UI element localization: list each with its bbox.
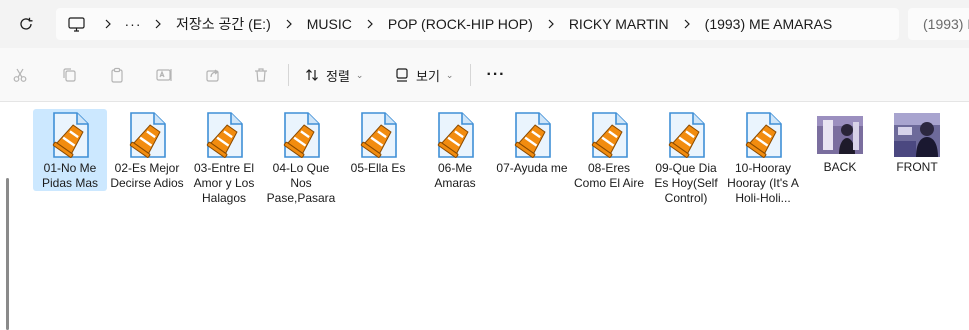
file-item[interactable]: BACK [803,109,877,175]
sort-icon [306,69,318,81]
view-button[interactable]: 보기 ⌄ [394,61,453,89]
copy-icon [63,68,76,82]
vlc-audio-file-icon [743,112,783,158]
sort-button[interactable]: 정렬 ⌄ [304,61,363,89]
view-icon [396,68,408,82]
sort-label: 정렬 [326,68,350,84]
delete-button[interactable] [247,61,275,89]
breadcrumb-artist[interactable]: RICKY MARTIN [563,16,675,32]
address-row: ··· 저장소 공간 (E:) MUSIC POP (ROCK-HIP HOP)… [0,0,969,48]
breadcrumb-album[interactable]: (1993) ME AMARAS [699,16,839,32]
file-item[interactable]: 04-Lo Que Nos Pase,Pasara [264,109,338,206]
cut-button[interactable] [6,61,34,89]
refresh-button[interactable] [14,12,38,36]
more-options-button[interactable]: ··· [484,61,508,89]
chevron-right-icon[interactable] [146,8,170,40]
toolbar-divider [470,64,471,86]
view-label: 보기 [416,68,440,84]
file-item[interactable]: 05-Ella Es [341,109,415,176]
file-name: FRONT [896,160,938,174]
breadcrumb-overflow-button[interactable]: ··· [120,16,146,32]
chevron-right-icon[interactable] [675,8,699,40]
trash-icon [255,68,267,82]
search-input[interactable]: (1993) ME AMARAS 검색 [908,8,969,40]
scissors-icon [13,68,27,82]
copy-button[interactable] [55,61,83,89]
this-pc-icon[interactable] [56,8,96,40]
file-name: 06-Me Amaras [434,161,476,190]
vlc-audio-file-icon [666,112,706,158]
rename-button[interactable] [151,61,179,89]
vlc-audio-file-icon [589,112,629,158]
file-item[interactable]: 02-Es Mejor Decirse Adios [110,109,184,191]
image-thumbnail [817,113,863,157]
file-name: 08-Eres Como El Aire [573,161,645,190]
file-name: BACK [823,160,857,174]
refresh-icon [20,17,33,30]
file-name: 03-Entre El Amor y Los Halagos [193,161,255,205]
clipboard-icon [111,67,123,83]
file-name: 01-No Me Pidas Mas [41,161,99,190]
share-icon [206,69,219,82]
file-item[interactable]: 10-Hooray Hooray (It's A Holi-Holi... [726,109,800,206]
vlc-audio-file-icon [127,112,167,158]
file-name: 10-Hooray Hooray (It's A Holi-Holi... [727,161,799,205]
vlc-audio-file-icon [281,112,321,158]
file-view[interactable]: 01-No Me Pidas Mas 02-Es Mejor Decirse A… [0,103,969,330]
vlc-audio-file-icon [435,112,475,158]
file-item[interactable]: 06-Me Amaras [418,109,492,191]
file-name: 07-Ayuda me [496,161,568,175]
share-button[interactable] [199,61,227,89]
vlc-audio-file-icon [204,112,244,158]
address-bar[interactable]: ··· 저장소 공간 (E:) MUSIC POP (ROCK-HIP HOP)… [56,8,899,40]
chevron-right-icon[interactable] [539,8,563,40]
file-item[interactable]: 08-Eres Como El Aire [572,109,646,191]
vlc-audio-file-icon [358,112,398,158]
chevron-right-icon[interactable] [277,8,301,40]
file-name: 02-Es Mejor Decirse Adios [110,161,184,190]
chevron-down-icon: ⌄ [445,69,454,80]
file-name: 05-Ella Es [350,161,406,175]
command-bar: 정렬 ⌄ 보기 ⌄ ··· [0,48,969,102]
file-item[interactable]: 09-Que Dia Es Hoy(Self Control) [649,109,723,206]
chevron-right-icon[interactable] [358,8,382,40]
chevron-right-icon[interactable] [96,8,120,40]
breadcrumb-music[interactable]: MUSIC [301,16,358,32]
toolbar-divider [288,64,289,86]
vlc-audio-file-icon [512,112,552,158]
file-item[interactable]: 03-Entre El Amor y Los Halagos [187,109,261,206]
file-name: 09-Que Dia Es Hoy(Self Control) [654,161,718,205]
image-thumbnail [894,113,940,157]
file-item[interactable]: FRONT [880,109,954,175]
rename-icon [156,69,172,81]
chevron-down-icon: ⌄ [355,69,364,80]
breadcrumb-genre[interactable]: POP (ROCK-HIP HOP) [382,16,539,32]
vertical-scrollbar[interactable] [6,178,9,330]
vlc-audio-file-icon [50,112,90,158]
file-item[interactable]: 01-No Me Pidas Mas [33,109,107,191]
file-name: 04-Lo Que Nos Pase,Pasara [266,161,336,205]
file-item[interactable]: 07-Ayuda me [495,109,569,176]
paste-button[interactable] [103,61,131,89]
breadcrumb-drive[interactable]: 저장소 공간 (E:) [170,14,277,34]
